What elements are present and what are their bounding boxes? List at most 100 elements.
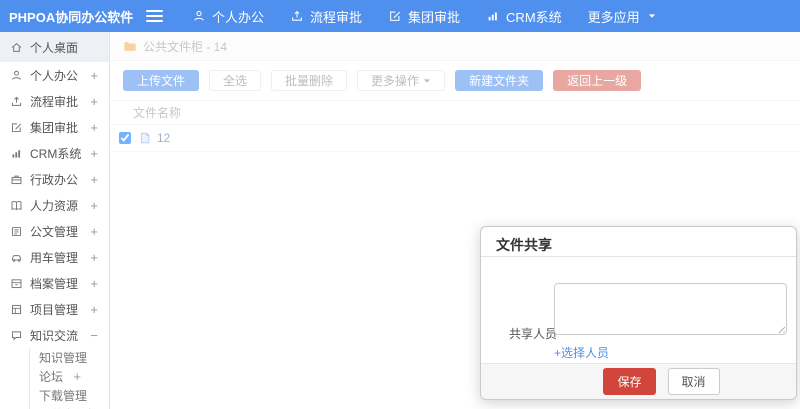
sidebar-item-label: CRM系统 — [30, 146, 82, 161]
batch-delete-button[interactable]: 批量删除 — [271, 70, 348, 91]
expand-icon: + — [90, 67, 98, 83]
sidebar-item-knowledge-exchange[interactable]: 知识交流 − — [0, 322, 109, 348]
briefcase-icon — [10, 173, 23, 186]
hamburger-menu-icon[interactable] — [146, 10, 163, 22]
expand-icon: + — [90, 275, 98, 291]
sidebar-subitem-label: 下载管理 — [39, 389, 88, 403]
flow-icon — [10, 95, 23, 108]
new-folder-button[interactable]: 新建文件夹 — [455, 70, 544, 91]
top-navbar: PHPOA协同办公软件 个人办公 流程审批 集团审批 CRM系统 更多应用 — [0, 0, 800, 32]
sidebar-item-label: 集团审批 — [30, 120, 79, 135]
expand-icon: + — [90, 119, 98, 135]
sidebar-item-label: 行政办公 — [30, 172, 79, 187]
select-all-button[interactable]: 全选 — [209, 70, 262, 91]
sidebar-item-label: 个人桌面 — [30, 40, 79, 55]
sidebar-subitem-label: 知识管理 — [39, 351, 88, 365]
expand-icon: + — [90, 301, 98, 317]
go-back-button[interactable]: 返回上一级 — [553, 70, 642, 91]
sidebar-subitem-forum[interactable]: 论坛 + — [30, 367, 109, 386]
nav-item-more-apps[interactable]: 更多应用 — [575, 0, 669, 32]
file-icon — [138, 131, 152, 145]
edit-icon — [388, 9, 402, 23]
sidebar-item-personal-office[interactable]: 个人办公 + — [0, 62, 109, 88]
sidebar-subitem-label: 论坛 — [39, 370, 64, 384]
sidebar-item-administrative-office[interactable]: 行政办公 + — [0, 166, 109, 192]
sidebar-item-label: 项目管理 — [30, 302, 79, 317]
table-row[interactable]: 12 — [111, 125, 800, 152]
nav-item-label: 个人办公 — [212, 9, 265, 25]
column-header-file-name: 文件名称 — [133, 106, 182, 120]
expand-icon: + — [90, 197, 98, 213]
caret-down-icon — [648, 12, 656, 20]
expand-icon: + — [90, 171, 98, 187]
sidebar-item-label: 个人办公 — [30, 68, 79, 83]
folder-icon — [123, 39, 137, 53]
save-button[interactable]: 保存 — [603, 368, 656, 395]
breadcrumb: 公共文件柜 - 14 — [143, 39, 228, 54]
sidebar-item-official-docs[interactable]: 公文管理 + — [0, 218, 109, 244]
archive-icon — [10, 277, 23, 290]
edit-icon — [10, 121, 23, 134]
collapse-icon: − — [90, 327, 98, 343]
document-icon — [10, 225, 23, 238]
sidebar-item-archive-management[interactable]: 档案管理 + — [0, 270, 109, 296]
sidebar-item-label: 人力资源 — [30, 198, 79, 213]
nav-item-workflow-approval[interactable]: 流程审批 — [277, 0, 375, 32]
expand-icon: + — [90, 223, 98, 239]
sidebar-item-label: 档案管理 — [30, 276, 79, 291]
flow-icon — [290, 9, 304, 23]
sidebar-submenu: 知识管理 论坛 + 下载管理 公共文件柜 — [29, 348, 109, 409]
project-icon — [10, 303, 23, 316]
upload-file-button[interactable]: 上传文件 — [123, 70, 200, 91]
select-members-link[interactable]: +选择人员 — [554, 344, 609, 361]
file-name: 12 — [157, 131, 171, 145]
car-icon — [10, 251, 23, 264]
chat-icon — [10, 329, 23, 342]
more-actions-dropdown[interactable]: 更多操作 — [357, 70, 446, 91]
nav-item-label: CRM系统 — [506, 9, 562, 25]
top-menu: 个人办公 流程审批 集团审批 CRM系统 更多应用 — [179, 0, 669, 32]
dialog-title: 文件共享 — [481, 227, 796, 257]
expand-icon: + — [90, 249, 98, 265]
sidebar-item-vehicle-management[interactable]: 用车管理 + — [0, 244, 109, 270]
sidebar-subitem-download-management[interactable]: 下载管理 — [30, 386, 109, 405]
sidebar-item-human-resources[interactable]: 人力资源 + — [0, 192, 109, 218]
book-icon — [10, 199, 23, 212]
file-share-dialog: 文件共享 共享人员 +选择人员 保存 取消 — [480, 226, 797, 400]
sidebar-item-label: 知识交流 — [30, 328, 79, 343]
sidebar-item-crm-system[interactable]: CRM系统 + — [0, 140, 109, 166]
dialog-footer: 保存 取消 — [481, 363, 796, 399]
nav-item-personal-office[interactable]: 个人办公 — [179, 0, 277, 32]
sidebar-subitem-public-file-cabinet[interactable]: 公共文件柜 — [30, 405, 109, 409]
row-checkbox[interactable] — [119, 132, 131, 144]
nav-item-label: 更多应用 — [587, 9, 640, 25]
expand-icon: + — [73, 369, 81, 384]
app-logo: PHPOA协同办公软件 — [9, 9, 134, 25]
sidebar-item-label: 用车管理 — [30, 250, 79, 265]
nav-item-label: 流程审批 — [310, 9, 363, 25]
sidebar-item-group-approval[interactable]: 集团审批 + — [0, 114, 109, 140]
caret-down-icon — [423, 77, 431, 85]
chart-icon — [10, 147, 23, 160]
nav-item-group-approval[interactable]: 集团审批 — [375, 0, 473, 32]
share-members-textarea[interactable] — [554, 283, 787, 335]
more-actions-label: 更多操作 — [371, 74, 420, 88]
sidebar-subitem-knowledge-management[interactable]: 知识管理 — [30, 348, 109, 367]
dialog-body: 共享人员 +选择人员 — [481, 257, 796, 363]
sidebar-item-label: 公文管理 — [30, 224, 79, 239]
table-header: 文件名称 — [111, 100, 800, 125]
sidebar-item-project-management[interactable]: 项目管理 + — [0, 296, 109, 322]
expand-icon: + — [90, 145, 98, 161]
nav-item-label: 集团审批 — [408, 9, 461, 25]
app-window: PHPOA协同办公软件 个人办公 流程审批 集团审批 CRM系统 更多应用 个人… — [0, 0, 800, 409]
chart-icon — [486, 9, 500, 23]
user-icon — [192, 9, 206, 23]
nav-item-crm-system[interactable]: CRM系统 — [473, 0, 575, 32]
sidebar-item-workflow-approval[interactable]: 流程审批 + — [0, 88, 109, 114]
sidebar-item-personal-desktop[interactable]: 个人桌面 — [0, 32, 109, 62]
cancel-button[interactable]: 取消 — [667, 368, 720, 395]
expand-icon: + — [90, 93, 98, 109]
share-members-field-wrap — [554, 283, 787, 335]
sidebar-item-label: 流程审批 — [30, 94, 79, 109]
sidebar: 个人桌面 个人办公 + 流程审批 + 集团审批 + CRM系统 + 行政办公 + — [0, 32, 110, 409]
